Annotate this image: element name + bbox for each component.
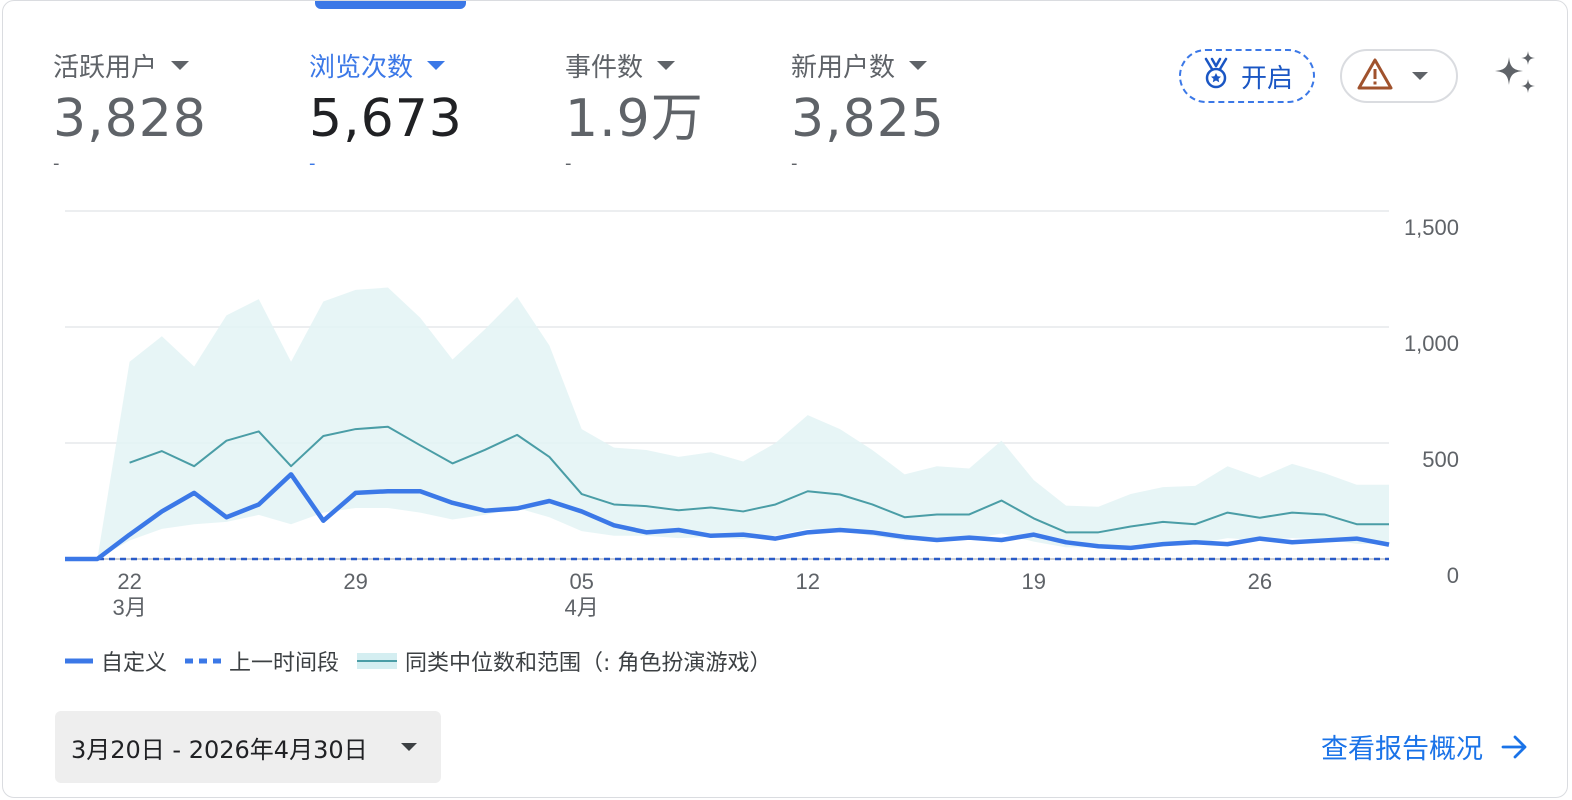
metric-delta: - (309, 153, 316, 174)
metric-label: 事件数 (565, 52, 644, 83)
date-range-selector[interactable]: 3月20日 - 2026年4月30日 (55, 711, 441, 783)
metric-delta: - (565, 153, 572, 174)
x-tick-month-label: 4月 (565, 595, 599, 620)
warning-icon (1356, 57, 1394, 95)
legend-label: 上一时间段 (229, 651, 340, 676)
metric-value: 3,828 (53, 89, 207, 149)
benchmark-toggle-button[interactable]: 开启 (1179, 49, 1315, 103)
view-report-label: 查看报告概况 (1321, 734, 1483, 765)
arrow-right-icon (1501, 735, 1527, 758)
legend-item-previous[interactable]: 上一时间段 (185, 645, 339, 677)
metric-delta: - (791, 153, 798, 174)
x-tick-label: 12 (795, 569, 819, 594)
dropdown-caret-icon[interactable] (427, 60, 446, 70)
metric-value: 5,673 (309, 89, 463, 149)
dropdown-caret-icon[interactable] (909, 60, 928, 70)
x-tick-label: 29 (343, 569, 367, 594)
warning-dropdown-button[interactable] (1340, 49, 1458, 103)
y-tick-label: 0 (1447, 563, 1459, 588)
medal-icon (1201, 57, 1231, 96)
legend-item-custom[interactable]: 自定义 (65, 645, 167, 677)
benchmark-range-band (65, 287, 1389, 559)
views-line-chart: 1,500 1,000 500 0 223月 29 054月 12 19 26 (65, 210, 1459, 620)
legend-label: 同类中位数和范围（: 角色扮演游戏） (405, 651, 772, 676)
metric-new-users[interactable]: 新用户数 3,825 - (791, 45, 945, 173)
x-tick-label: 19 (1022, 569, 1046, 594)
chevron-down-icon (401, 743, 417, 751)
x-tick-label: 22 (117, 569, 141, 594)
metric-delta: - (53, 153, 60, 174)
metric-label: 浏览次数 (309, 52, 414, 83)
y-tick-label: 1,500 (1404, 215, 1459, 240)
metric-events[interactable]: 事件数 1.9万 - (565, 45, 704, 173)
metric-value: 1.9万 (565, 89, 704, 149)
chart-legend: 自定义 上一时间段 同类中位数和范围（: 角色扮演游戏） (65, 645, 789, 677)
solid-line-swatch-icon (65, 658, 93, 664)
dropdown-caret-icon[interactable] (657, 60, 676, 70)
y-tick-label: 1,000 (1404, 331, 1459, 356)
metric-label: 活跃用户 (53, 52, 158, 83)
dashed-line-swatch-icon (185, 658, 222, 664)
metric-views[interactable]: 浏览次数 5,673 - (309, 45, 463, 173)
view-report-link[interactable]: 查看报告概况 (1321, 727, 1529, 766)
chevron-down-icon (1412, 72, 1428, 80)
legend-label: 自定义 (101, 651, 168, 676)
metric-value: 3,825 (791, 89, 945, 149)
benchmark-toggle-label: 开启 (1240, 63, 1293, 94)
active-tab-indicator (315, 1, 466, 9)
date-range-label: 3月20日 - 2026年4月30日 (71, 735, 368, 764)
legend-item-benchmark[interactable]: 同类中位数和范围（: 角色扮演游戏） (357, 645, 771, 677)
band-swatch-icon (357, 653, 398, 669)
analytics-card: 活跃用户 3,828 - 浏览次数 5,673 - 事件数 1.9万 - 新用户… (2, 0, 1568, 798)
metric-active-users[interactable]: 活跃用户 3,828 - (53, 45, 207, 173)
x-tick-label: 26 (1248, 569, 1272, 594)
metric-label: 新用户数 (791, 52, 896, 83)
y-tick-label: 500 (1422, 447, 1459, 472)
dropdown-caret-icon[interactable] (171, 60, 190, 70)
x-tick-label: 05 (569, 569, 593, 594)
sparkle-insights-icon[interactable] (1491, 49, 1541, 103)
x-tick-month-label: 3月 (112, 595, 146, 620)
